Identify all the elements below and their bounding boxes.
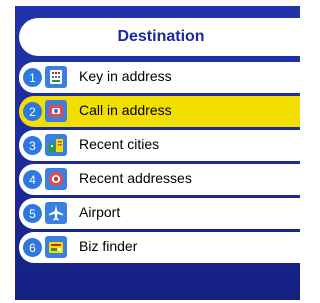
menu-item-call-in-address[interactable]: 2 Call in address bbox=[19, 96, 300, 127]
menu-item-biz-finder[interactable]: 6 Biz finder bbox=[19, 232, 300, 263]
menu-item-key-in-address[interactable]: 1 Key in address bbox=[19, 62, 300, 93]
item-number-badge: 5 bbox=[23, 204, 42, 223]
menu-item-label: Airport bbox=[79, 204, 121, 220]
phone-icon bbox=[45, 100, 67, 122]
item-number-badge: 4 bbox=[23, 170, 42, 189]
menu-item-label: Recent cities bbox=[79, 136, 160, 152]
menu-item-label: Biz finder bbox=[79, 238, 138, 254]
location-pin-icon bbox=[45, 168, 67, 190]
menu-item-airport[interactable]: 5 Airport bbox=[19, 198, 300, 229]
item-number-badge: 1 bbox=[23, 68, 42, 87]
page-title: Destination bbox=[117, 28, 205, 45]
destination-menu: 1 Key in address 2 Call in address 3 Rec… bbox=[19, 62, 300, 266]
menu-item-label: Recent addresses bbox=[79, 170, 192, 186]
item-number-badge: 2 bbox=[23, 102, 42, 121]
menu-item-label: Key in address bbox=[79, 68, 172, 84]
business-icon bbox=[45, 236, 67, 258]
destination-screen: Destination 1 Key in address 2 Call in a… bbox=[15, 6, 300, 300]
item-number-badge: 3 bbox=[23, 136, 42, 155]
menu-item-label: Call in address bbox=[79, 102, 172, 118]
title-bar: Destination bbox=[19, 18, 300, 56]
city-icon bbox=[45, 134, 67, 156]
airplane-icon bbox=[45, 202, 67, 224]
keypad-icon bbox=[45, 66, 67, 88]
menu-item-recent-addresses[interactable]: 4 Recent addresses bbox=[19, 164, 300, 195]
menu-item-recent-cities[interactable]: 3 Recent cities bbox=[19, 130, 300, 161]
item-number-badge: 6 bbox=[23, 238, 42, 257]
